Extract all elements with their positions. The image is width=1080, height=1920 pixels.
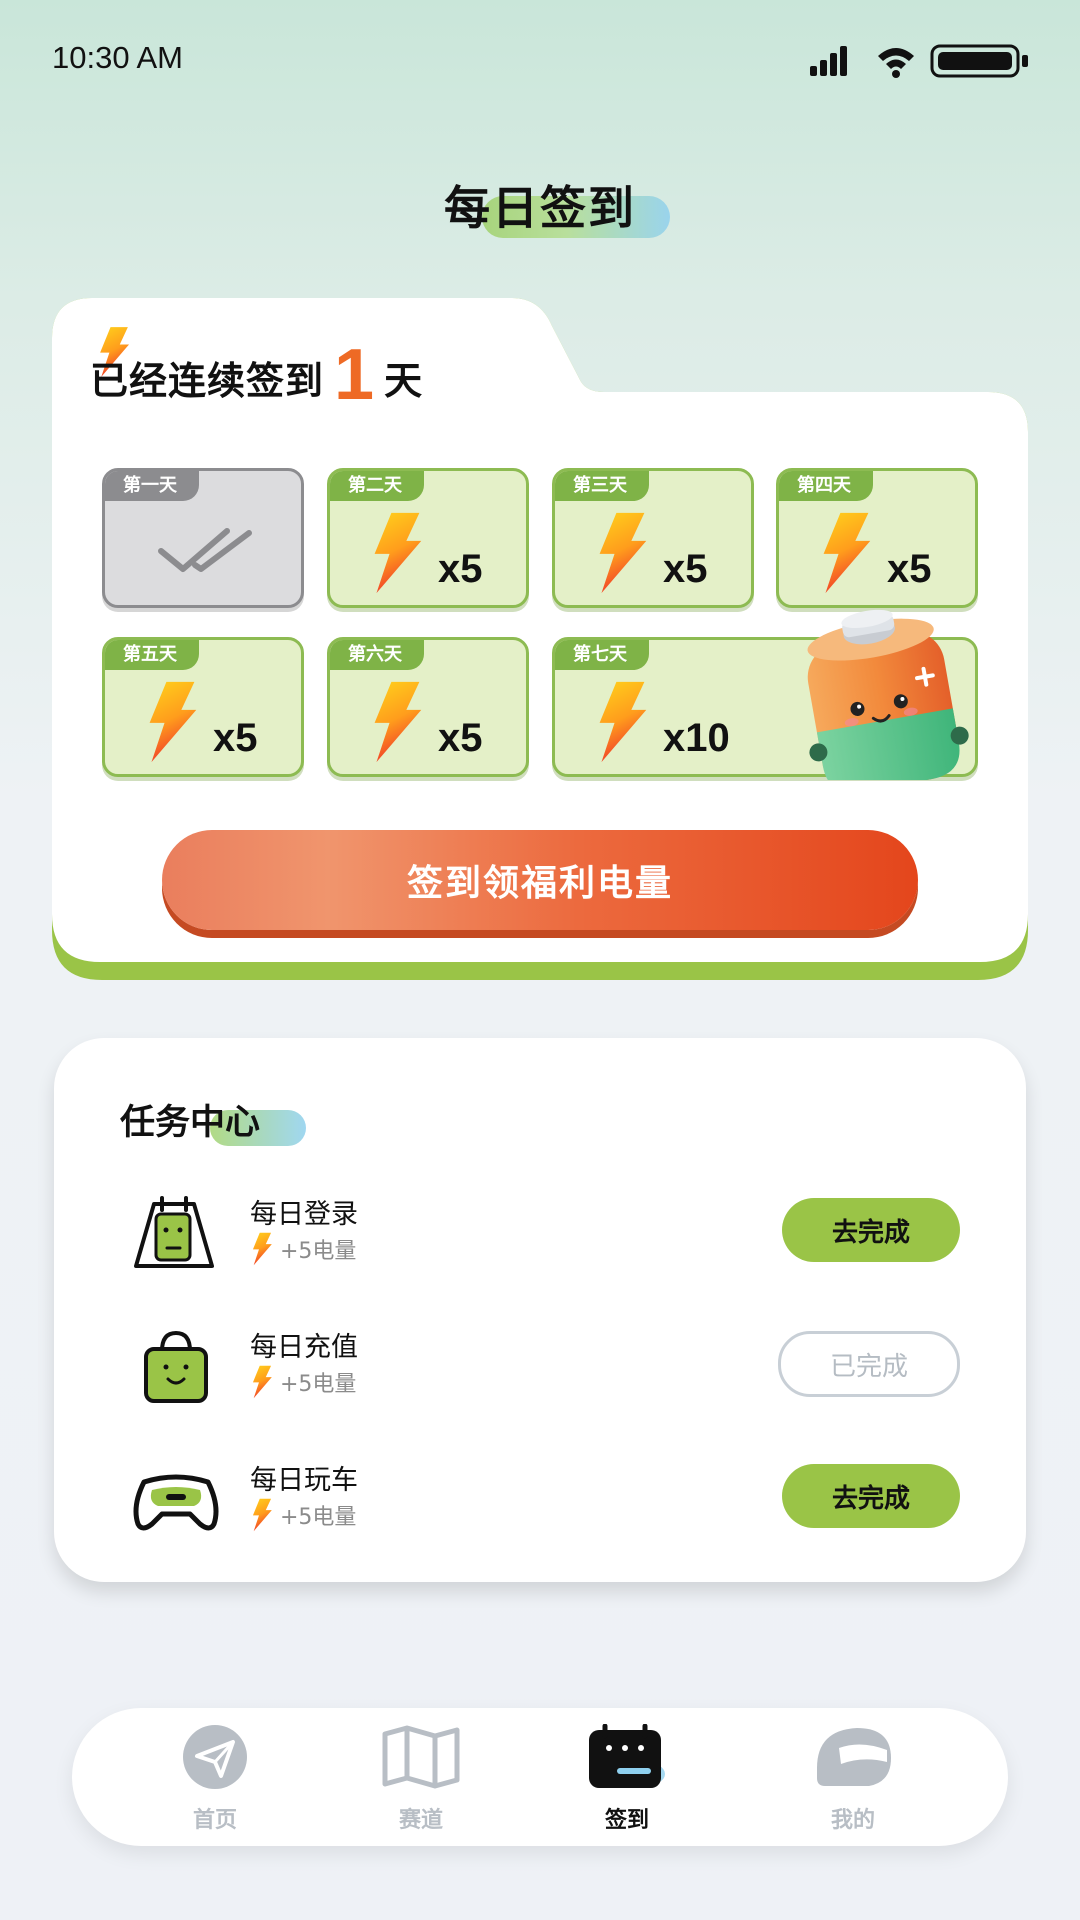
bolt-icon: [250, 1365, 274, 1399]
day-amount: x10: [663, 716, 730, 760]
paper-plane-icon: [183, 1725, 247, 1789]
task-center-card: 任务中心 每日登录 +5电量 去完成 每日充值 +5电量 已完成 每日玩车 +5…: [54, 1038, 1026, 1582]
streak-days: 1: [334, 335, 375, 415]
day-label: 第七天: [555, 640, 649, 670]
day-label: 第三天: [555, 471, 649, 501]
bolt-icon: [366, 680, 428, 764]
day-label: 第二天: [330, 471, 424, 501]
nav-item-mine[interactable]: 我的: [778, 1722, 928, 1833]
bolt-icon: [250, 1498, 274, 1532]
bolt-icon: [250, 1232, 274, 1266]
day-label: 第四天: [779, 471, 873, 501]
task-name: 每日充值: [250, 1332, 358, 1363]
day-label: 第五天: [105, 640, 199, 670]
task-reward-text: +5电量: [280, 1239, 357, 1264]
day-amount: x5: [213, 716, 258, 760]
task-reward: +5电量: [250, 1232, 356, 1266]
day-amount: x5: [887, 547, 932, 591]
day-card-1[interactable]: 第一天: [102, 468, 304, 608]
signal-icon: [810, 46, 847, 76]
nav-label: 签到: [604, 1808, 649, 1833]
task-row-daily-drive: 每日玩车 +5电量 去完成: [54, 1450, 1026, 1550]
wifi-icon: [878, 48, 914, 78]
nav-label: 首页: [192, 1808, 237, 1833]
calendar-icon: [134, 1196, 214, 1268]
day-label: 第一天: [105, 471, 199, 501]
day-amount: x5: [438, 547, 483, 591]
task-reward-text: +5电量: [280, 1372, 357, 1397]
day-card-4[interactable]: 第四天 x5: [776, 468, 978, 608]
day-label: 第六天: [330, 640, 424, 670]
day-amount: x5: [663, 547, 708, 591]
task-center-title: 任务中心: [120, 1103, 261, 1143]
day-card-3[interactable]: 第三天 x5: [552, 468, 754, 608]
nav-item-signin[interactable]: 签到: [552, 1722, 702, 1833]
task-go-button[interactable]: 去完成: [782, 1198, 960, 1262]
nav-label: 赛道: [398, 1808, 443, 1833]
bolt-icon: [591, 511, 653, 595]
bolt-icon: [141, 680, 203, 764]
page-title: 每日签到: [444, 181, 636, 235]
gamepad-icon: [133, 1474, 219, 1531]
checkmark-icon: [158, 528, 252, 572]
task-row-daily-recharge: 每日充值 +5电量 已完成: [54, 1317, 1026, 1417]
task-reward-text: +5电量: [280, 1505, 357, 1530]
helmet-icon: [817, 1728, 891, 1786]
signin-button[interactable]: 签到领福利电量: [162, 830, 918, 930]
task-go-button[interactable]: 去完成: [782, 1464, 960, 1528]
bolt-icon: [591, 680, 653, 764]
status-time: 10:30 AM: [52, 40, 183, 75]
battery-icon: [930, 44, 1028, 78]
task-reward: +5电量: [250, 1498, 356, 1532]
task-reward: +5电量: [250, 1365, 356, 1399]
status-bar: 10:30 AM: [0, 0, 1080, 120]
bolt-icon: [366, 511, 428, 595]
battery-mascot-icon: [807, 609, 969, 780]
streak-label: 已经连续签到: [90, 359, 325, 403]
calendar-icon: [589, 1724, 665, 1788]
map-icon: [382, 1725, 460, 1789]
task-completed-button[interactable]: 已完成: [778, 1331, 960, 1397]
day-card-5[interactable]: 第五天 x5: [102, 637, 304, 777]
status-icons: [810, 44, 1028, 78]
nav-item-track[interactable]: 赛道: [346, 1722, 496, 1833]
day-card-2[interactable]: 第二天 x5: [327, 468, 529, 608]
task-row-daily-login: 每日登录 +5电量 去完成: [54, 1184, 1026, 1284]
nav-label: 我的: [830, 1808, 875, 1833]
day-card-6[interactable]: 第六天 x5: [327, 637, 529, 777]
day-amount: x5: [438, 716, 483, 760]
task-name: 每日登录: [250, 1199, 358, 1230]
streak-unit: 天: [384, 359, 423, 403]
nav-item-home[interactable]: 首页: [140, 1722, 290, 1833]
bottom-nav: 首页 赛道 签到 我的: [72, 1708, 1008, 1846]
streak-text: 已经连续签到 1 天: [90, 335, 423, 415]
task-name: 每日玩车: [250, 1465, 358, 1496]
shopping-bag-icon: [144, 1330, 208, 1403]
bolt-icon: [815, 511, 877, 595]
